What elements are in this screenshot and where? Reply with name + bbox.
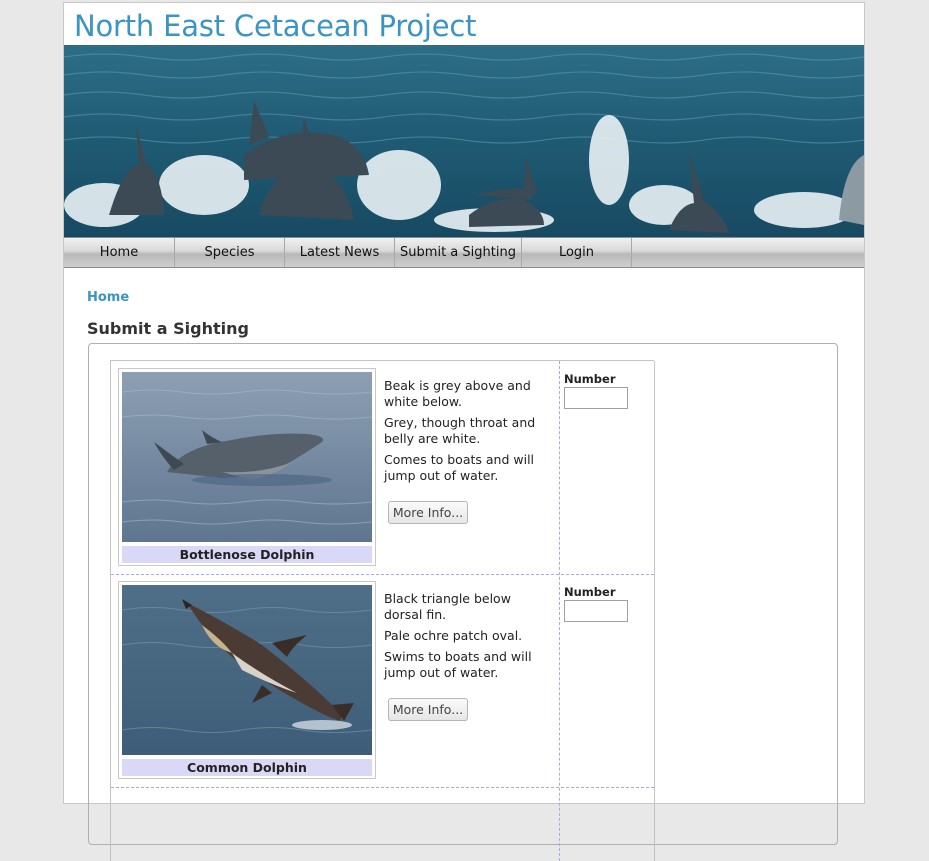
- common-dolphin-photo: [122, 585, 372, 755]
- row-divider: [111, 787, 654, 788]
- nav-item-home[interactable]: Home: [64, 238, 175, 267]
- bottlenose-dolphin-photo: [122, 372, 372, 542]
- sighting-form: Bottlenose Dolphin Beak is grey above an…: [88, 343, 838, 861]
- description-line: Black triangle below dorsal fin.: [384, 591, 511, 622]
- nav-item-submit-sighting[interactable]: Submit a Sighting: [395, 238, 522, 267]
- number-seen-input[interactable]: [564, 387, 628, 409]
- nav-item-login[interactable]: Login: [522, 238, 632, 267]
- species-description: Beak is grey above and white below. Grey…: [384, 378, 549, 489]
- description-line: Grey, though throat and belly are white.: [384, 415, 536, 446]
- species-photo-frame: Common Dolphin: [118, 581, 376, 779]
- species-name-caption: Common Dolphin: [122, 759, 372, 776]
- species-name-caption: Bottlenose Dolphin: [122, 546, 372, 563]
- species-description: Black triangle below dorsal fin. Pale oc…: [384, 591, 549, 686]
- nav-item-latest-news[interactable]: Latest News: [285, 238, 395, 267]
- site-title[interactable]: North East Cetacean Project: [74, 9, 477, 43]
- breadcrumb-home[interactable]: Home: [87, 290, 129, 305]
- species-photo-frame: Bottlenose Dolphin: [118, 368, 376, 566]
- grid-right-border: [654, 361, 655, 861]
- species-row-common: Common Dolphin Black triangle below dors…: [111, 574, 654, 787]
- page-title: Submit a Sighting: [87, 319, 249, 338]
- number-seen-input[interactable]: [564, 600, 628, 622]
- more-info-button[interactable]: More Info...: [388, 698, 468, 721]
- description-line: Swims to boats and will jump out of wate…: [384, 649, 532, 680]
- more-info-button[interactable]: More Info...: [388, 501, 468, 524]
- species-row-bottlenose: Bottlenose Dolphin Beak is grey above an…: [111, 361, 654, 574]
- page-container: North East Cetacean Project Home Species…: [63, 2, 865, 861]
- nav-item-species[interactable]: Species: [175, 238, 285, 267]
- description-line: Pale ochre patch oval.: [384, 628, 523, 643]
- main-nav: Home Species Latest News Submit a Sighti…: [64, 237, 864, 268]
- banner-image: [64, 45, 864, 237]
- description-line: Comes to boats and will jump out of wate…: [384, 452, 535, 483]
- description-line: Beak is grey above and white below.: [384, 378, 531, 409]
